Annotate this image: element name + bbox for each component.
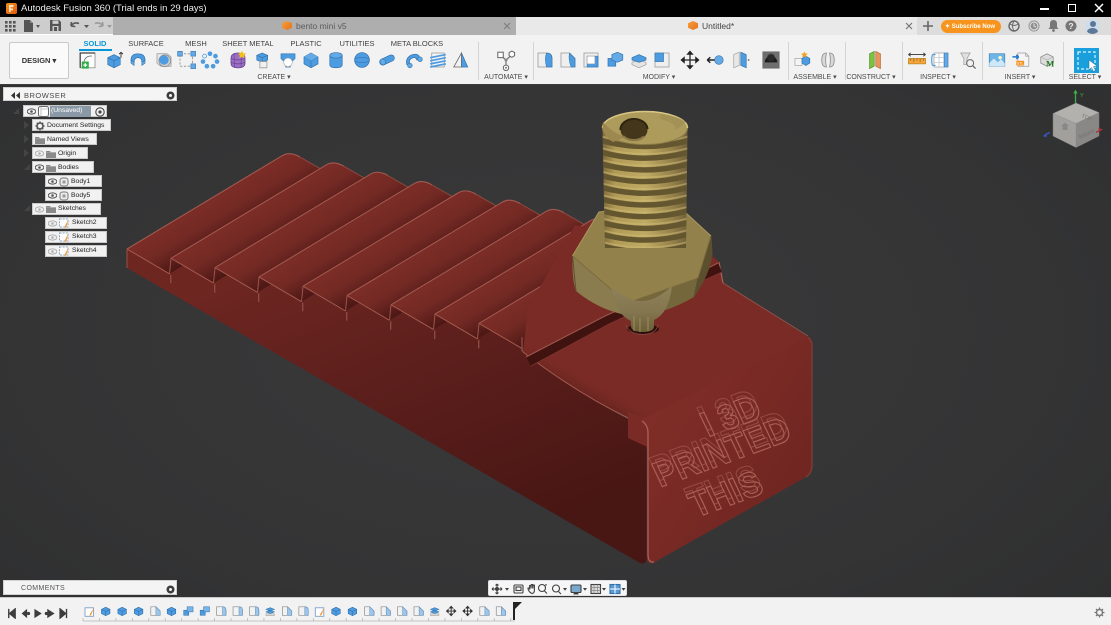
svg-text:Y: Y	[1080, 93, 1084, 99]
